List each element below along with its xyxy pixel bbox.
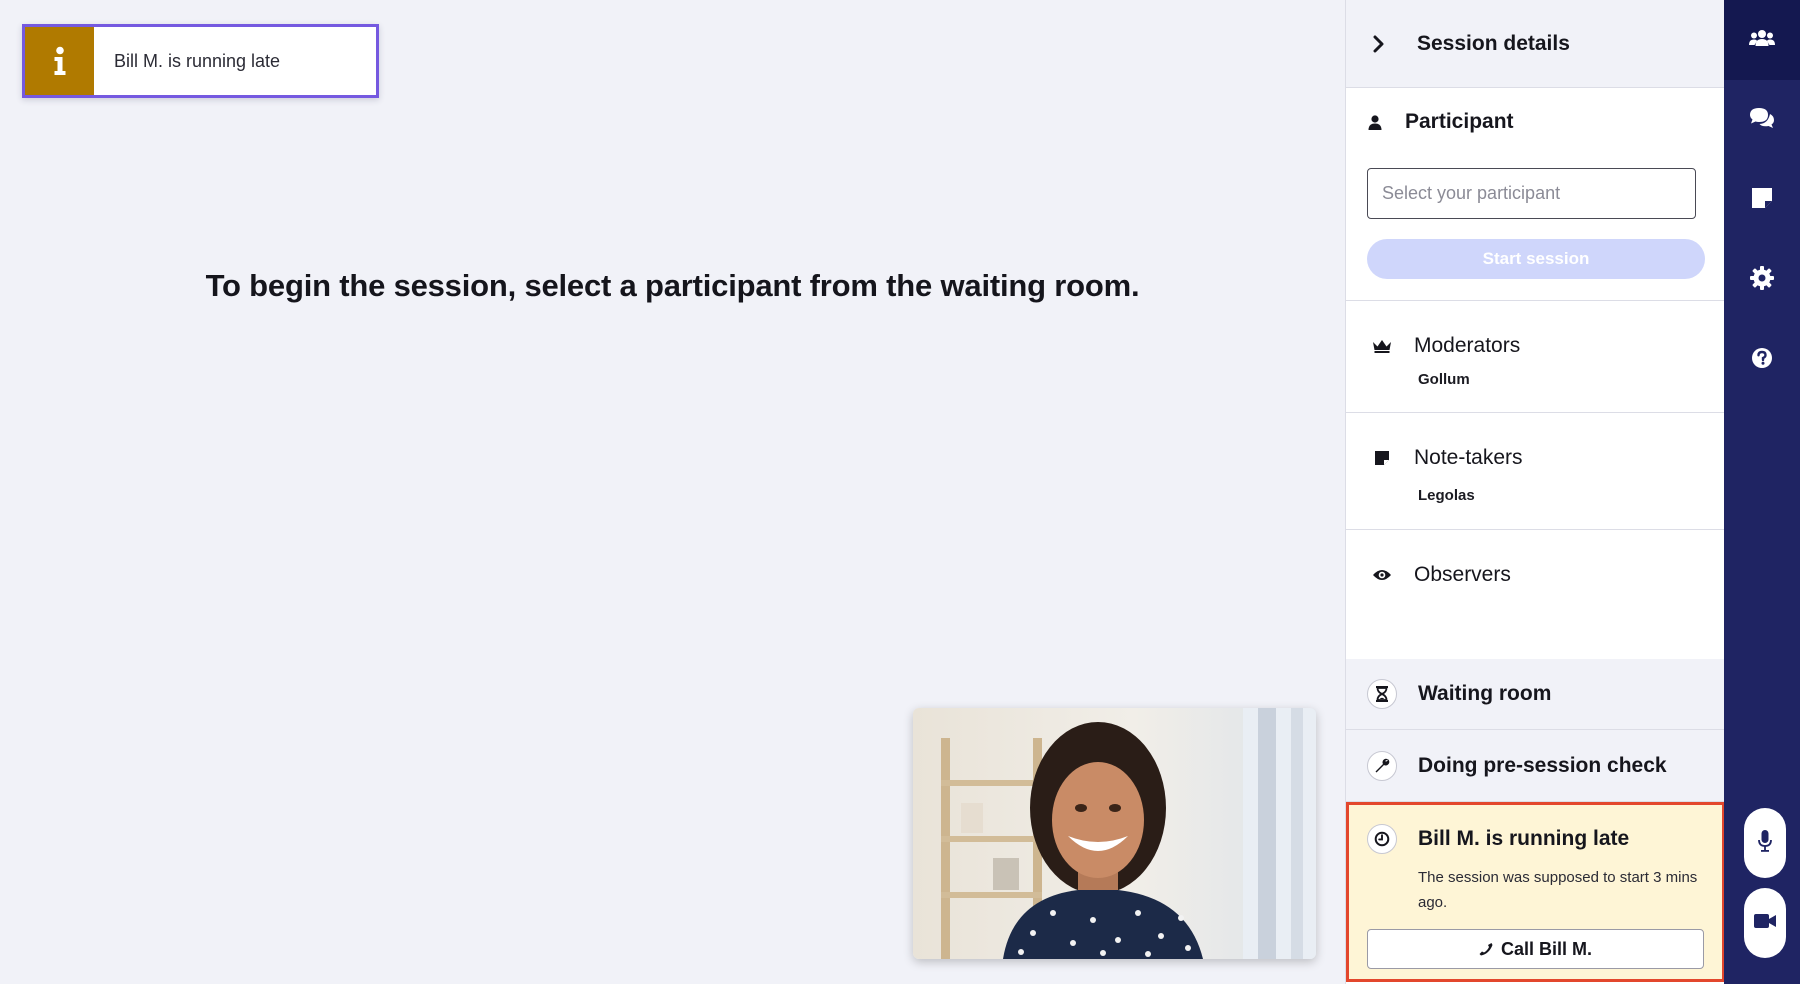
camera-toggle[interactable] [1744,888,1786,958]
eye-icon [1372,565,1392,585]
person-icon [1365,112,1385,132]
participant-section: Participant Start session [1346,88,1725,301]
participants-tab[interactable] [1724,0,1800,80]
microphone-toggle[interactable] [1744,808,1786,878]
info-icon [25,27,94,95]
moderators-section: Moderators Gollum [1346,301,1725,413]
participant-title: Participant [1405,110,1514,133]
observers-section: Observers [1346,530,1725,659]
session-details-panel: Session details Participant Start sessio… [1345,0,1725,984]
participants-icon [1749,29,1775,52]
start-session-button[interactable]: Start session [1367,239,1705,279]
observers-title: Observers [1414,563,1511,586]
settings-icon [1750,265,1774,295]
sticky-note-icon [1372,448,1392,468]
call-button-label: Call Bill M. [1500,938,1592,959]
crown-icon [1372,336,1392,356]
self-video-preview [913,708,1316,959]
notes-tab[interactable] [1724,160,1800,240]
camera-icon [1754,913,1776,933]
participant-select-input[interactable] [1367,168,1696,219]
moderators-names: Gollum [1418,371,1470,388]
note-takers-names: Legolas [1418,487,1475,504]
participant-heading: Participant [1365,110,1514,134]
note-takers-title: Note-takers [1414,446,1523,469]
chat-icon [1749,107,1775,134]
running-late-description: The session was supposed to start 3 mins… [1418,869,1698,911]
running-late-title: Bill M. is running late [1418,827,1630,850]
running-late-heading: Bill M. is running late [1367,824,1629,854]
note-takers-heading: Note-takers [1372,446,1523,470]
hourglass-icon [1367,679,1397,709]
session-stage: Bill M. is running late To begin the ses… [0,0,1345,984]
session-details-header[interactable]: Session details [1346,0,1724,88]
waiting-room-row[interactable]: Waiting room [1346,659,1725,730]
chevron-right-icon[interactable] [1373,35,1406,53]
moderators-heading: Moderators [1372,334,1520,358]
settings-tab[interactable] [1724,240,1800,320]
moderators-title: Moderators [1414,334,1521,357]
running-late-card: Bill M. is running late The session was … [1346,802,1725,982]
help-tab[interactable] [1724,320,1800,400]
phone-icon [1479,942,1493,956]
note-takers-section: Note-takers Legolas [1346,413,1725,530]
clock-icon [1367,824,1397,854]
help-icon [1751,347,1773,374]
call-participant-button[interactable]: Call Bill M. [1367,929,1704,969]
wrench-icon [1367,750,1397,781]
notes-icon [1752,187,1772,213]
pre-session-check-title: Doing pre-session check [1418,753,1667,777]
waiting-room-title: Waiting room [1418,682,1552,705]
chat-tab[interactable] [1724,80,1800,160]
page-prompt: To begin the session, select a participa… [205,268,1140,303]
app-window: Bill M. is running late To begin the ses… [0,0,1800,984]
video-frame-image [913,708,1316,959]
toast-message: Bill M. is running late [114,50,281,71]
pre-session-check-row[interactable]: Doing pre-session check [1346,730,1725,802]
icon-rail [1724,0,1800,984]
microphone-icon [1758,829,1772,857]
late-toast[interactable]: Bill M. is running late [22,24,379,98]
panel-title: Session details [1417,31,1570,55]
observers-heading: Observers [1372,563,1511,587]
